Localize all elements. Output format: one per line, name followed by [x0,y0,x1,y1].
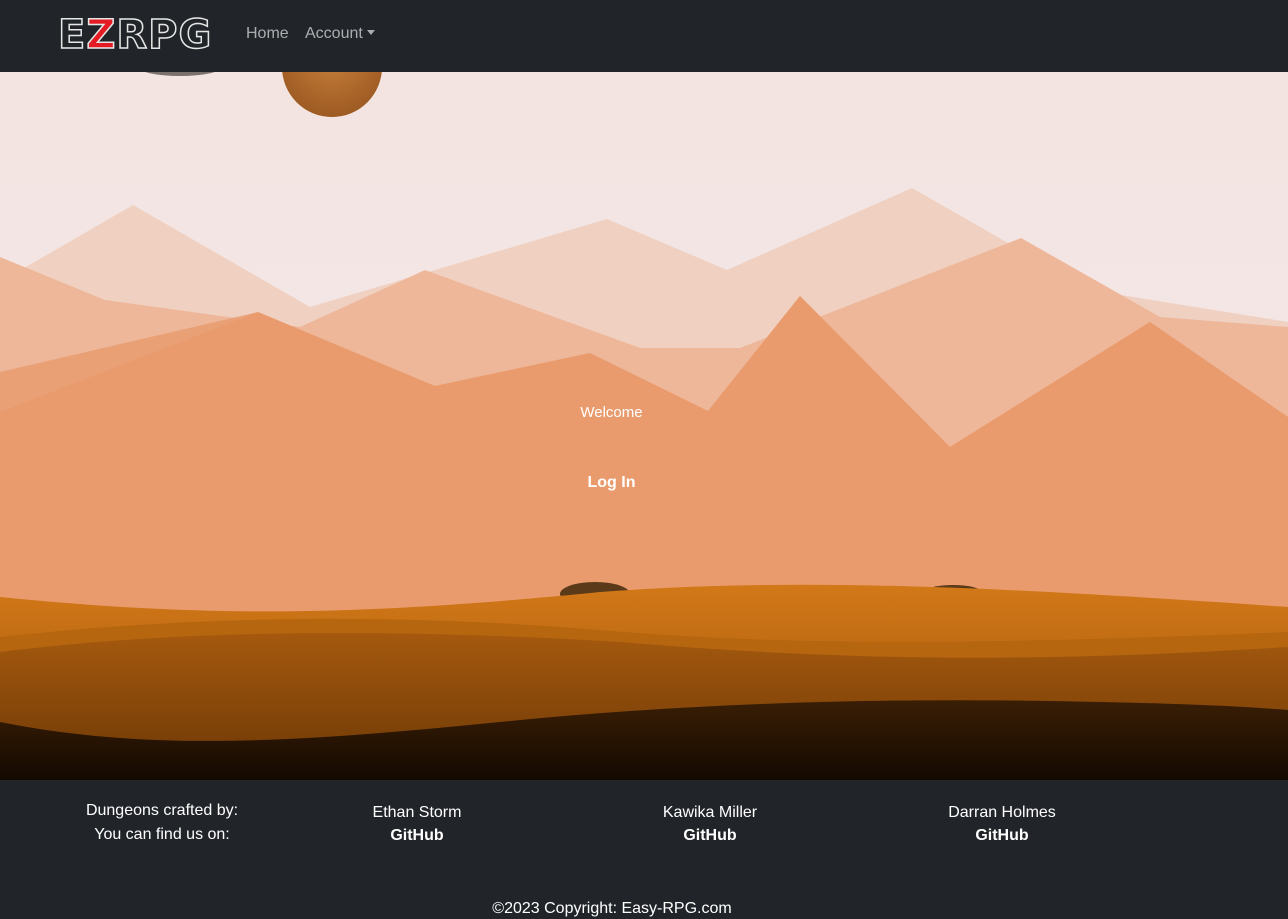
github-link-darran[interactable]: GitHub [882,827,1122,845]
logo-letters-rpg: RPG [116,12,213,58]
login-link[interactable]: Log In [0,474,1223,492]
developer-ethan: Ethan Storm GitHub [297,804,537,845]
crafted-by-label: Dungeons crafted by: [85,802,239,819]
footer: Dungeons crafted by: You can find us on:… [0,780,1288,919]
logo-letter-z: Z [86,12,117,58]
hero-banner: Welcome Log In [0,72,1288,780]
ezrpg-logo[interactable]: EZRPG [57,12,212,58]
developer-name: Darran Holmes [948,804,1056,821]
nav-account-dropdown[interactable]: Account [305,25,375,43]
logo-letter-e: E [57,12,87,58]
developer-name: Ethan Storm [372,804,462,821]
nav-home-link[interactable]: Home [246,25,289,43]
github-link-kawika[interactable]: GitHub [590,827,830,845]
nav-account-label: Account [305,25,363,42]
find-us-label: You can find us on: [94,826,230,843]
copyright-text: ©2023 Copyright: Easy-RPG.com [492,900,732,917]
welcome-heading: Welcome [580,404,643,421]
desert-landscape-illustration [0,72,1288,780]
developer-name: Kawika Miller [662,804,758,821]
developer-kawika: Kawika Miller GitHub [590,804,830,845]
developer-darran: Darran Holmes GitHub [882,804,1122,845]
github-link-ethan[interactable]: GitHub [297,827,537,845]
navbar: EZRPG Home Account [0,0,1288,72]
caret-down-icon [366,30,375,35]
